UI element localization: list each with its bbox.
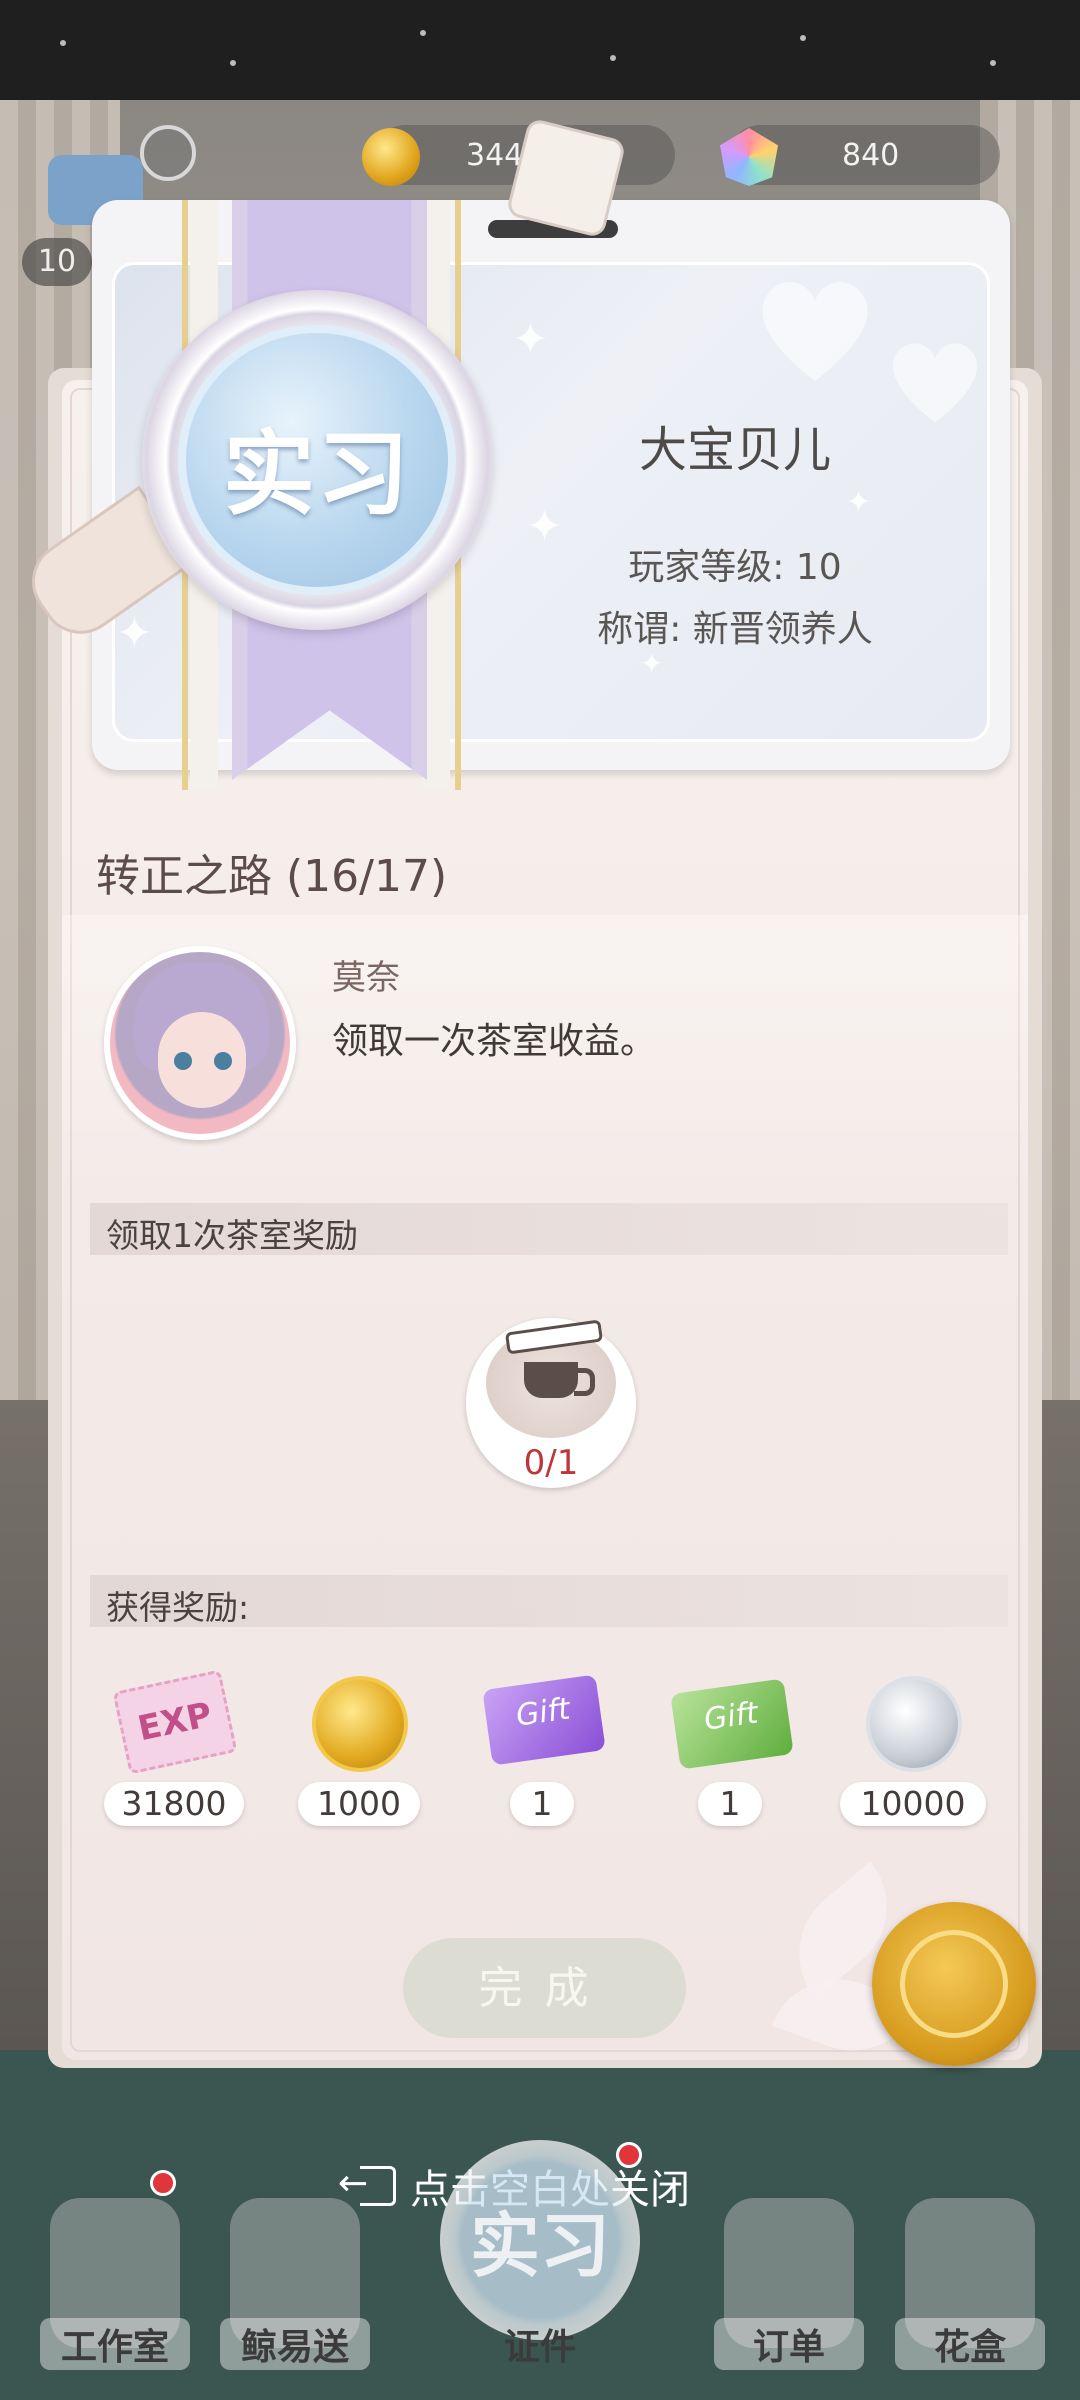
nav-studio[interactable]: 工作室 bbox=[40, 2148, 190, 2388]
reward-amount-coin: 1000 bbox=[298, 1782, 420, 1826]
player-name: 大宝贝儿 bbox=[638, 422, 831, 478]
wax-seal-emblem bbox=[900, 1930, 1008, 2038]
level-counter: 10 bbox=[22, 238, 92, 286]
task-label: 领取1次茶室奖励 bbox=[106, 1216, 358, 1255]
notification-dot bbox=[616, 2142, 642, 2168]
coin-count: 344 bbox=[466, 138, 524, 173]
nav-certificate-medal-label: 实习 bbox=[470, 2204, 610, 2287]
npc-dialog-text: 领取一次茶室收益。 bbox=[332, 1021, 657, 1062]
teacup-handle bbox=[574, 1368, 595, 1396]
clock-icon[interactable] bbox=[140, 125, 196, 181]
player-level: 玩家等级: 10 bbox=[628, 547, 842, 588]
nav-label: 证件 bbox=[503, 2326, 576, 2368]
reward-amount-purple-gift: 1 bbox=[510, 1782, 574, 1826]
sparkle-icon: ✦ bbox=[526, 501, 563, 552]
task-progress: 0/1 bbox=[523, 1443, 579, 1483]
status-area bbox=[0, 0, 1080, 110]
heart-decoration bbox=[887, 336, 983, 424]
nav-label: 鲸易送 bbox=[220, 2318, 370, 2370]
sparkle-icon: ✦ bbox=[846, 485, 872, 520]
notification-dot bbox=[150, 2170, 176, 2196]
npc-name: 莫奈 bbox=[332, 958, 400, 998]
nav-label: 工作室 bbox=[40, 2318, 190, 2370]
rank-medal-label: 实习 bbox=[222, 420, 411, 528]
nav-orders[interactable]: 订单 bbox=[714, 2148, 864, 2388]
sparkle-icon: ✦ bbox=[512, 314, 549, 365]
reward-amount-green-gift: 1 bbox=[698, 1782, 762, 1826]
gold-coin-icon[interactable] bbox=[312, 1676, 408, 1772]
purple-gift-card-icon[interactable]: Gift bbox=[482, 1674, 606, 1766]
npc-avatar bbox=[104, 946, 296, 1140]
nav-label: 花盒 bbox=[895, 2318, 1045, 2370]
reward-amount-silver: 10000 bbox=[840, 1782, 986, 1826]
sparkle-icon: ✦ bbox=[116, 608, 153, 659]
coin-icon bbox=[362, 128, 420, 186]
nav-flower-box[interactable]: 花盒 bbox=[895, 2148, 1045, 2388]
gem-count: 840 bbox=[842, 138, 900, 173]
silver-coin-icon[interactable] bbox=[866, 1676, 962, 1772]
progress-title: 转正之路 (16/17) bbox=[96, 851, 448, 902]
nav-delivery[interactable]: 鲸易送 bbox=[220, 2148, 370, 2388]
green-gift-card-icon[interactable]: Gift bbox=[670, 1678, 794, 1770]
rewards-label: 获得奖励: bbox=[106, 1588, 250, 1627]
teacup-icon bbox=[524, 1362, 578, 1398]
reward-amount-exp: 31800 bbox=[104, 1782, 244, 1826]
player-title: 称谓: 新晋领养人 bbox=[597, 609, 873, 650]
sparkle-icon: ✦ bbox=[640, 647, 664, 680]
nav-label: 订单 bbox=[714, 2318, 864, 2370]
heart-decoration bbox=[755, 273, 875, 383]
done-button[interactable]: 完成 bbox=[403, 1938, 686, 2038]
